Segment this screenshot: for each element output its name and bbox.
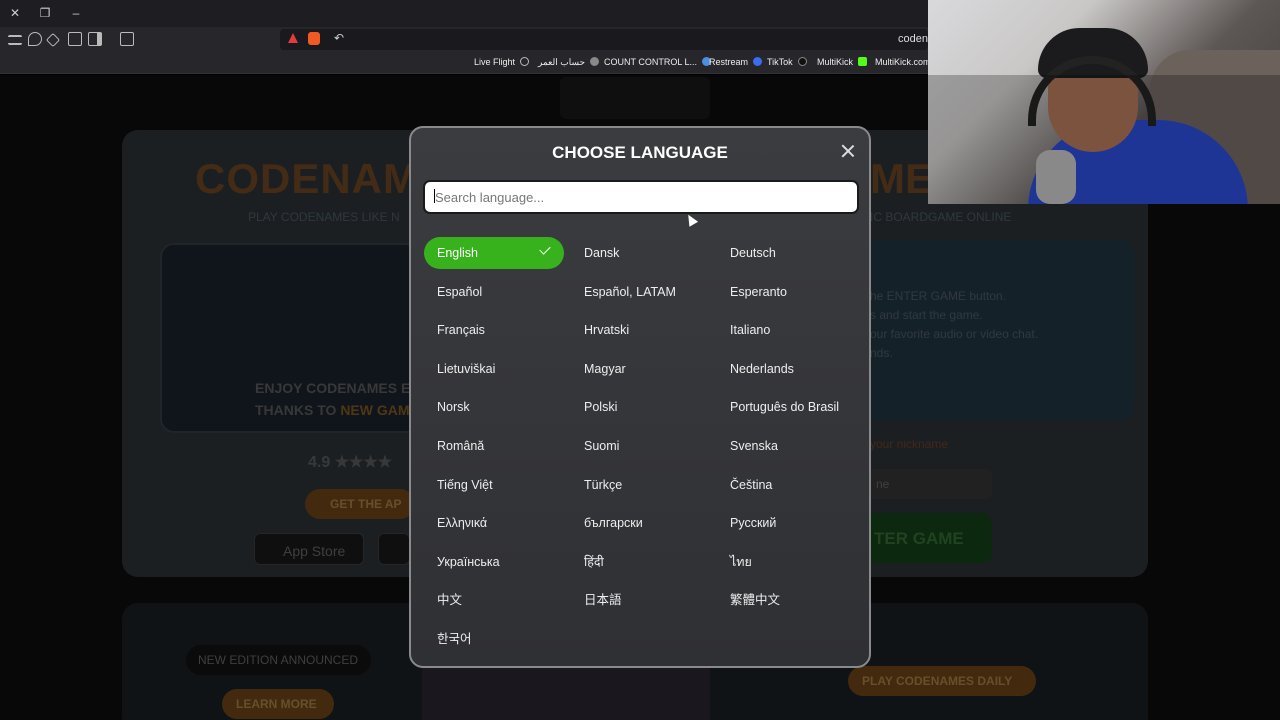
language-option-label: Polski (584, 400, 618, 415)
shield-icon[interactable] (28, 32, 42, 46)
language-option[interactable]: हिंदी (571, 546, 604, 578)
close-window-icon[interactable]: ✕ (7, 5, 23, 21)
language-option-label: Deutsch (730, 246, 776, 260)
address-bar[interactable]: ↶ coden (280, 29, 928, 50)
language-option-label: Dansk (584, 246, 620, 260)
bookmark-multikick[interactable]: MultiKick (817, 57, 868, 67)
language-option[interactable]: Norsk (424, 391, 470, 423)
language-option-label: Italiano (730, 323, 771, 338)
language-option-label: Suomi (584, 439, 620, 453)
language-modal: CHOOSE LANGUAGE English Dansk Deutsch Españ… (409, 126, 871, 668)
language-option-label: Română (437, 439, 485, 453)
language-option-label: Tiếng Việt (437, 477, 493, 492)
bookmark-restream[interactable]: Restream (709, 57, 763, 67)
language-option[interactable]: Français (424, 314, 485, 346)
language-option[interactable]: Esperanto (717, 276, 787, 308)
bookmark-multikick-com[interactable]: MultiKick.com (875, 57, 931, 67)
language-option[interactable]: Lietuviškai (424, 353, 495, 385)
language-option[interactable]: Magyar (571, 353, 626, 385)
text-caret (434, 189, 435, 203)
language-option[interactable]: 中文 (424, 584, 462, 616)
bookmark-age-calc[interactable]: حساب العمر (538, 57, 600, 68)
sidebar-icon[interactable] (88, 32, 102, 46)
language-option[interactable]: 繁體中文 (717, 584, 780, 616)
language-option[interactable]: 한국어 (424, 623, 472, 655)
language-option[interactable]: Ελληνικά (424, 507, 487, 539)
language-option-label: Magyar (584, 361, 626, 376)
language-option-label: Lietuviškai (437, 361, 496, 376)
language-option[interactable]: Italiano (717, 314, 770, 346)
language-option[interactable]: Español, LATAM (571, 276, 676, 308)
language-option-label: български (584, 516, 643, 531)
language-option-label: Español, LATAM (584, 284, 676, 299)
language-option[interactable]: English (424, 237, 564, 269)
brave-shield-icon[interactable] (308, 32, 320, 45)
language-option[interactable]: Čeština (717, 469, 772, 501)
language-option[interactable]: ไทย (717, 546, 752, 578)
bookmark-live-flight[interactable]: Live Flight (474, 57, 530, 67)
language-option[interactable]: Nederlands (717, 353, 794, 385)
restore-window-icon[interactable]: ❐ (37, 5, 53, 21)
language-option[interactable]: 日本語 (571, 584, 622, 616)
language-option[interactable]: Deutsch (717, 237, 776, 269)
language-option-label: Čeština (730, 477, 773, 492)
language-option-label: हिंदी (584, 554, 604, 569)
language-option[interactable]: български (571, 507, 643, 539)
bookmarks-bar: Live Flight حساب العمر COUNT CONTROL L..… (0, 52, 931, 74)
minimize-window-icon[interactable]: – (68, 5, 84, 21)
browser-titlebar: ✕ ❐ – (0, 0, 928, 27)
language-option-label: Français (437, 323, 485, 338)
language-option-label: ไทย (730, 554, 752, 569)
language-option-label: 한국어 (437, 632, 472, 646)
language-option[interactable]: Română (424, 430, 484, 462)
undo-icon[interactable]: ↶ (334, 31, 344, 45)
language-option[interactable]: Português do Brasil (717, 391, 839, 423)
language-option-label: Ελληνικά (437, 516, 488, 531)
language-option[interactable]: Hrvatski (571, 314, 629, 346)
language-option-label: Nederlands (730, 361, 794, 376)
check-icon (539, 243, 551, 255)
language-option[interactable]: Tiếng Việt (424, 469, 493, 501)
language-option[interactable]: Dansk (571, 237, 619, 269)
language-option[interactable]: Español (424, 276, 482, 308)
language-option-label: Português do Brasil (730, 400, 840, 415)
close-icon[interactable] (839, 142, 857, 160)
tabs-icon[interactable] (68, 32, 82, 46)
url-text: coden (898, 33, 928, 45)
language-option[interactable]: Svenska (717, 430, 778, 462)
modal-title: CHOOSE LANGUAGE (552, 143, 728, 162)
language-option-label: English (437, 246, 478, 260)
language-option-label: 繁體中文 (730, 593, 781, 608)
language-search-input[interactable] (423, 180, 859, 214)
screenshot-icon[interactable] (120, 32, 134, 46)
extension-icon[interactable] (45, 32, 61, 48)
menu-icon[interactable] (8, 35, 22, 45)
language-option[interactable]: Türkçe (571, 469, 622, 501)
language-option-label: Українська (437, 554, 500, 569)
language-option-label: Русский (730, 516, 777, 531)
language-option-label: 中文 (437, 593, 463, 608)
language-option[interactable]: Polski (571, 391, 617, 423)
bookmark-tiktok[interactable]: TikTok (767, 57, 807, 67)
language-option[interactable]: Русский (717, 507, 776, 539)
bookmark-count-control[interactable]: COUNT CONTROL L... (604, 57, 712, 67)
language-option-label: Svenska (730, 439, 778, 453)
language-option-label: Español (437, 284, 483, 299)
language-option-label: Türkçe (584, 477, 623, 492)
language-option[interactable]: Українська (424, 546, 500, 578)
language-option-label: Norsk (437, 400, 470, 415)
language-option-label: 日本語 (584, 593, 622, 608)
language-option-label: Hrvatski (584, 323, 630, 338)
language-option[interactable]: Suomi (571, 430, 619, 462)
warning-icon[interactable] (288, 33, 298, 43)
language-option-label: Esperanto (730, 284, 787, 299)
